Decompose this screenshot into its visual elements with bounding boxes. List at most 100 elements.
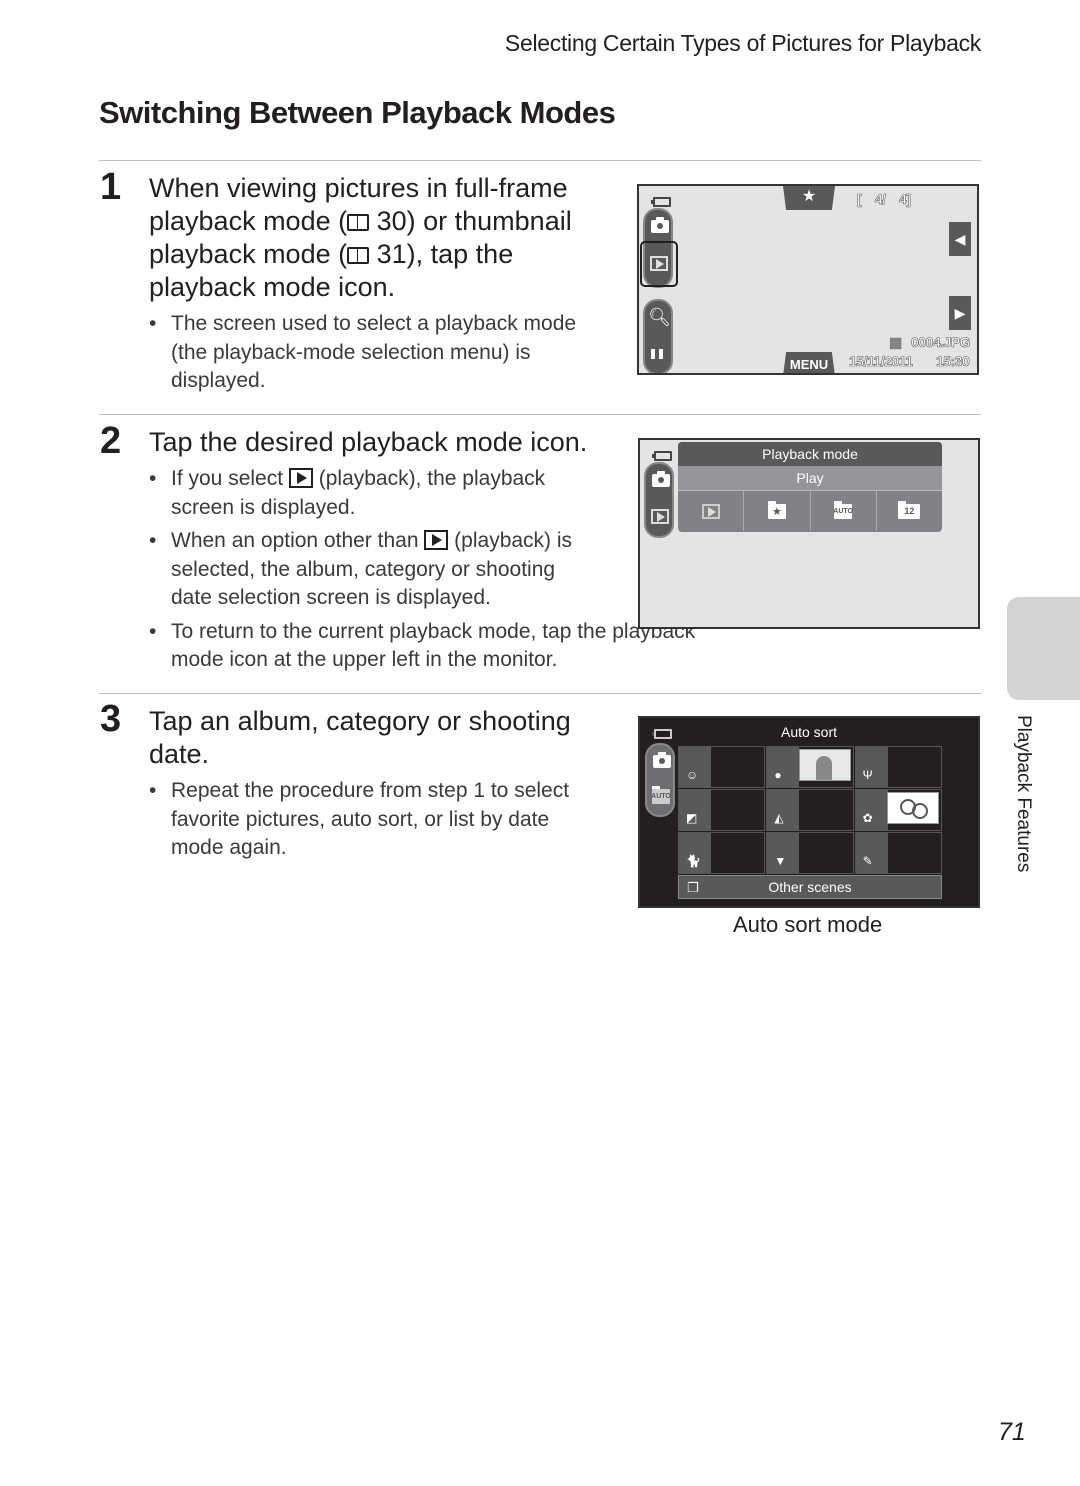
playback-mode-button[interactable] — [649, 506, 671, 528]
step-number: 3 — [100, 698, 122, 740]
bullet-text: If you select — [171, 467, 289, 490]
playback-mode-menu-screen: Playback mode Play ★ AUTO 12 — [638, 438, 980, 629]
star-glyph: ★ — [771, 505, 782, 518]
option-favorite-pictures[interactable]: ★ — [744, 491, 811, 531]
step-heading: Tap the desired playback mode icon. — [149, 427, 588, 457]
bullet-dot: • — [149, 312, 157, 335]
left-arrow-icon: ◀ — [954, 230, 966, 247]
landscape-icon: ◩ — [686, 811, 698, 825]
menu-title: Playback mode — [678, 442, 942, 466]
fullframe-playback-screen: 🔍︎ ★ [ 4/ 4] ◀ ▶ ▦ 0004.JPG MENU 15/11/2… — [637, 184, 979, 375]
time: 15:30 — [936, 353, 970, 370]
selected-option-label: Play — [678, 466, 942, 491]
section-tab-label: Playback Features — [1013, 715, 1034, 873]
battery-icon — [651, 197, 671, 207]
section-tab — [1007, 597, 1080, 700]
bullet-dot: • — [149, 619, 157, 643]
auto-glyph: AUTO — [651, 793, 671, 800]
bullet-dot: • — [149, 529, 157, 552]
smile-icon: ☺ — [686, 768, 699, 782]
step-number: 1 — [100, 166, 122, 208]
camera-button[interactable] — [650, 749, 672, 771]
camera-icon — [653, 752, 671, 768]
bullet-item: • When an option other than (playback) is… — [149, 527, 601, 613]
bullet-item: • Repeat the procedure from step 1 to sel… — [149, 777, 589, 863]
playback-icon — [651, 509, 669, 524]
favorite-button[interactable]: ★ — [783, 186, 835, 210]
bullet-text: Repeat the procedure from step 1 to sele… — [171, 779, 570, 859]
mode-pill — [644, 462, 674, 538]
screen-title: Auto sort — [780, 724, 838, 740]
date-glyph: 12 — [904, 506, 915, 516]
running-head: Selecting Certain Types of Pictures for … — [504, 30, 981, 56]
category-food[interactable]: Ψ — [854, 746, 942, 788]
category-dusk-to-dawn[interactable]: ◭ — [766, 789, 854, 831]
option-list-by-date[interactable]: 12 — [877, 491, 942, 531]
option-auto-sort[interactable]: AUTO — [811, 491, 877, 531]
star-icon: ★ — [801, 188, 817, 205]
zoom-icon: 🔍︎ — [648, 307, 671, 327]
camera-button[interactable] — [648, 214, 670, 236]
auto-sort-screen: Auto sort AUTO ☺ ● Ψ ◩ ◭ ✿ 🐈 ▼ ✎ ❐ Other… — [638, 716, 980, 908]
menu-label: MENU — [789, 357, 829, 372]
heading-text: playback mode ( — [149, 206, 348, 236]
food-icon: Ψ — [862, 768, 873, 782]
thumbnail-button[interactable] — [648, 344, 670, 366]
thumbnail-icon — [651, 349, 667, 359]
page-number: 71 — [998, 1418, 1026, 1446]
book-reference-icon — [347, 214, 370, 231]
right-arrow-icon: ▶ — [954, 304, 966, 321]
heading-text: 31), tap the — [369, 239, 514, 269]
divider — [99, 160, 981, 161]
auto-folder-icon: AUTO — [651, 786, 671, 804]
category-close-ups[interactable]: ✿ — [854, 789, 942, 831]
image-size-icon: ▦ — [889, 334, 903, 351]
next-button[interactable]: ▶ — [949, 296, 971, 330]
pet-icon: 🐈 — [686, 854, 701, 868]
category-pet-portrait[interactable]: 🐈 — [678, 832, 766, 874]
bullet-text: The screen used to select a playback mod… — [171, 312, 577, 392]
figure-caption: Auto sort mode — [733, 912, 883, 937]
menu-options: ★ AUTO 12 — [678, 491, 942, 531]
heading-text: When viewing pictures in full-frame — [149, 173, 568, 203]
bullet-text: To return to the current playback mode, … — [171, 619, 696, 672]
other-scenes-button[interactable]: ❐ Other scenes — [678, 875, 942, 899]
bullet-list: • The screen used to select a playback mo… — [149, 310, 589, 401]
bullet-list: • If you select (playback), the playback … — [149, 465, 709, 680]
category-portraits[interactable]: ● — [766, 746, 854, 788]
portrait-icon: ● — [774, 768, 782, 782]
flower-thumbnail — [886, 792, 939, 824]
bullet-dot: • — [149, 467, 157, 490]
bullet-item: • The screen used to select a playback mo… — [149, 310, 589, 396]
date: 15/11/2011 — [849, 353, 914, 370]
auto-sort-folder-icon: AUTO — [833, 500, 853, 519]
bullet-dot: • — [149, 779, 157, 802]
menu-button[interactable]: MENU — [783, 352, 835, 373]
page-title: Switching Between Playback Modes — [99, 95, 616, 130]
category-retouched-copies[interactable]: ✎ — [854, 832, 942, 874]
bullet-text: When an option other than — [171, 529, 425, 552]
step-heading: Tap an album, category or shooting date. — [149, 706, 571, 769]
bullet-list: • Repeat the procedure from step 1 to sel… — [149, 777, 589, 868]
camera-button[interactable] — [649, 468, 671, 490]
dusk-to-dawn-icon: ◭ — [774, 811, 784, 825]
other-scenes-label: Other scenes — [768, 879, 852, 895]
flower-icon: ✿ — [862, 811, 873, 825]
retouch-icon: ✎ — [862, 854, 873, 868]
favorite-folder-icon: ★ — [767, 500, 786, 519]
bullet-item: • If you select (playback), the playback … — [149, 465, 571, 522]
mode-pill: AUTO — [645, 743, 675, 817]
step-number: 2 — [100, 420, 122, 462]
zoom-button[interactable]: 🔍︎ — [648, 306, 671, 328]
category-landscape[interactable]: ◩ — [678, 789, 766, 831]
option-play[interactable] — [678, 491, 745, 531]
previous-button[interactable]: ◀ — [949, 222, 971, 256]
heading-text: 30) or thumbnail — [369, 206, 572, 236]
camera-icon — [651, 217, 669, 233]
file-name: 0004.JPG — [911, 334, 971, 351]
category-smile[interactable]: ☺ — [678, 746, 766, 788]
heading-text: playback mode icon. — [149, 272, 396, 302]
category-movie[interactable]: ▼ — [766, 832, 854, 874]
divider — [99, 414, 981, 415]
auto-sort-mode-button[interactable]: AUTO — [650, 785, 672, 807]
